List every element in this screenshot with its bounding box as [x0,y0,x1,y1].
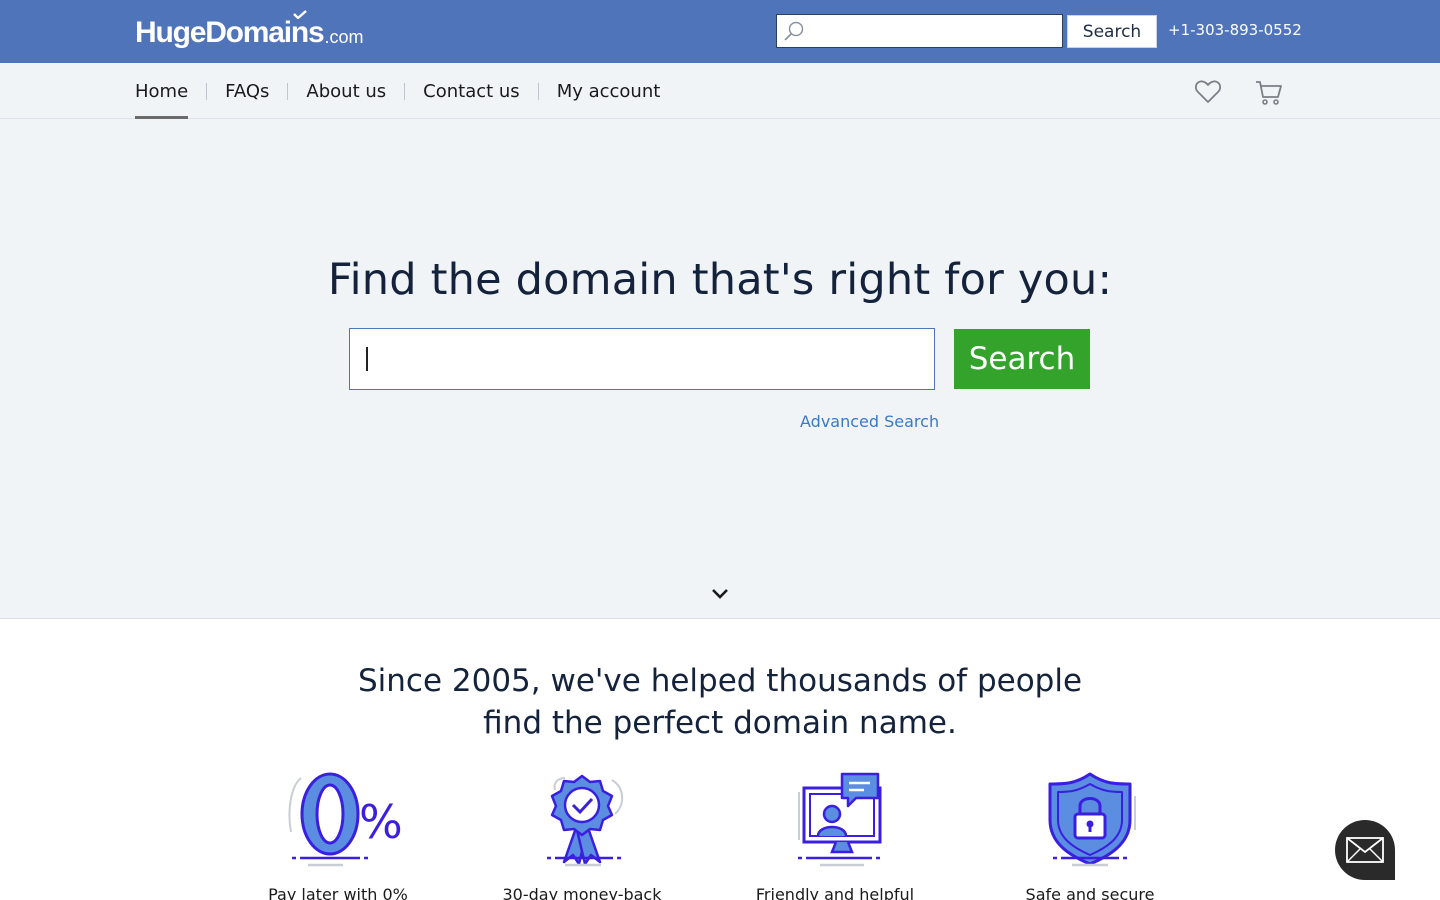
nav-divider [287,82,289,100]
cart-icon[interactable] [1255,80,1283,106]
header-search-button[interactable]: Search [1067,15,1157,48]
since-heading-line2: find the perfect domain name. [483,705,957,741]
since-heading-line1: Since 2005, we've helped thousands of pe… [357,663,1083,699]
hero-section: Find the domain that's right for you: Se… [0,119,1440,619]
advanced-search-link[interactable]: Advanced Search [800,412,939,431]
svg-text:%: % [359,795,403,849]
mail-chat-icon[interactable] [1335,820,1395,880]
header-search-box[interactable] [776,14,1063,48]
chevron-down-icon[interactable] [710,586,730,600]
benefit-label: Safe and secure [1025,885,1155,900]
logo-tld-text: .com [324,27,364,47]
domain-search-box[interactable] [349,328,935,390]
benefit-label: Pay later with 0% [268,885,408,900]
main-nav: Home FAQs About us Contact us My account [135,63,660,119]
award-ribbon-icon [547,774,624,867]
text-caret [366,347,368,371]
nav-item-about-us[interactable]: About us [306,63,386,119]
heart-icon[interactable] [1195,80,1221,104]
benefit-label: 30-day money-back [502,885,662,900]
nav-bar: Home FAQs About us Contact us My account [0,63,1440,119]
header-search-input[interactable] [777,15,1062,47]
phone-number[interactable]: +1-303-893-0552 [1168,21,1302,39]
hero-title: Find the domain that's right for you: [327,255,1113,305]
benefit-label: Friendly and helpful [755,885,915,900]
search-icon [784,21,804,41]
benefit-pay-later: % Pay later with 0% [213,770,463,900]
nav-item-home[interactable]: Home [135,63,189,119]
benefit-friendly-support: Friendly and helpful [710,770,960,900]
hugedomains-logo[interactable]: HugeDomains .com [135,10,364,50]
shield-lock-icon [1048,772,1136,867]
logo-check-icon [293,10,307,19]
nav-divider [206,82,208,100]
nav-divider [404,82,406,100]
logo-main-text: HugeDomains [135,16,325,49]
nav-item-contact-us[interactable]: Contact us [423,63,520,119]
support-chat-icon [798,772,882,867]
nav-divider [537,82,539,100]
domain-search-button[interactable]: Search [954,329,1090,389]
nav-item-faqs[interactable]: FAQs [225,63,269,119]
benefit-safe-secure: Safe and secure [965,770,1215,900]
envelope-icon [1346,837,1384,863]
top-header: HugeDomains .com Search +1-303-893-0552 [0,0,1440,63]
zero-percent-icon: % [288,772,403,867]
nav-item-my-account[interactable]: My account [557,63,661,119]
benefit-money-back: 30-day money-back [457,770,707,900]
domain-search-input[interactable] [350,329,934,389]
since-heading: Since 2005, we've helped thousands of pe… [0,660,1440,744]
